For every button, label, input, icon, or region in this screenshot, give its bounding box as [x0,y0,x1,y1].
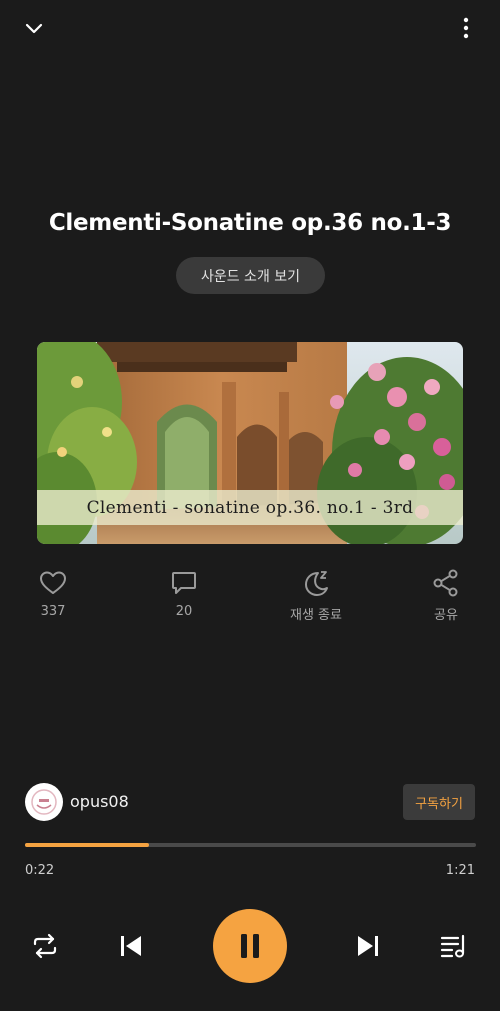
comment-icon [172,572,196,594]
channel-logo [31,789,57,815]
moon-icon [305,571,328,596]
total-time: 1:21 [445,863,475,878]
comment-count: 20 [175,604,193,619]
share-label: 공유 [434,608,458,623]
playlist-icon [440,934,465,958]
like-count: 337 [40,604,66,619]
progress-fill [25,843,150,847]
heart-icon [40,571,66,594]
cover-image: Clementi - sonatine op.36. no.1 - 3rd [37,342,463,544]
play-pause-button[interactable] [213,909,287,983]
track-title: Clementi-Sonatine op.36 no.1-3 [48,210,452,236]
previous-button[interactable] [113,928,149,964]
channel-name[interactable]: opus08 [70,792,129,811]
share-button[interactable]: 공유 [401,568,491,628]
current-time: 0:22 [25,863,55,878]
chevron-down-icon [25,23,43,34]
more-options-button[interactable] [450,12,482,44]
comment-button[interactable]: 20 [139,568,229,628]
skip-next-icon [358,936,378,956]
pause-icon [241,934,259,958]
collapse-button[interactable] [18,12,50,44]
sound-intro-button[interactable]: 사운드 소개 보기 [176,257,325,294]
more-vertical-icon [463,17,469,39]
share-icon [433,569,458,597]
skip-previous-icon [121,936,141,956]
subscribe-button[interactable]: 구독하기 [403,784,475,820]
progress-bar[interactable] [25,843,476,847]
like-button[interactable]: 337 [8,568,98,628]
channel-avatar[interactable] [25,783,63,821]
cover-caption: Clementi - sonatine op.36. no.1 - 3rd [37,490,463,525]
sleep-timer-button[interactable]: 재생 종료 [271,568,361,628]
next-button[interactable] [350,928,386,964]
repeat-icon [33,933,57,959]
repeat-button[interactable] [27,928,63,964]
playlist-button[interactable] [435,928,471,964]
sleep-label: 재생 종료 [290,608,342,623]
